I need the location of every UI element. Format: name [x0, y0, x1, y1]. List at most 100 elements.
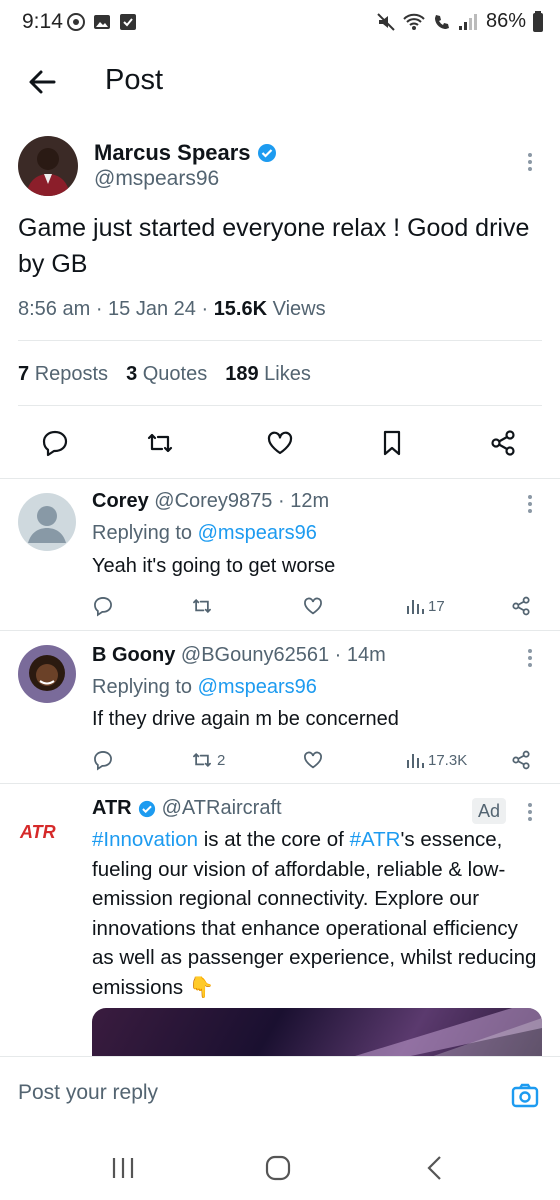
mute-icon	[377, 12, 395, 31]
tweet-actions	[0, 420, 560, 466]
reply-action-like[interactable]	[302, 748, 324, 772]
author-name-row[interactable]: Marcus Spears	[94, 140, 277, 166]
call-icon	[434, 14, 449, 29]
reply-action-share[interactable]	[510, 748, 532, 772]
quotes-count: 3	[126, 363, 138, 385]
divider	[0, 783, 560, 784]
replying-to-link[interactable]: @mspears96	[198, 676, 317, 698]
replying-to-link[interactable]: @mspears96	[198, 522, 317, 544]
ad-text-part: 's essence, fueling our vision of afford…	[92, 828, 537, 999]
reply-input[interactable]: Post your reply	[18, 1081, 158, 1105]
like-heart-icon[interactable]	[265, 428, 295, 458]
separator: ·	[201, 298, 214, 320]
likes-count: 189	[225, 363, 259, 385]
check-box-icon	[120, 14, 136, 30]
back-nav-icon[interactable]	[420, 1154, 450, 1182]
share-icon[interactable]	[488, 428, 518, 458]
reply-text: Yeah it's going to get worse	[92, 555, 336, 577]
reply-icon	[94, 751, 112, 771]
reposts-stat[interactable]: 7 Reposts	[18, 363, 108, 386]
reply-action-like[interactable]	[302, 594, 324, 618]
author-avatar[interactable]	[18, 136, 78, 196]
reply-composer: Post your reply	[0, 1056, 560, 1136]
reply-avatar[interactable]	[18, 645, 76, 703]
reposts-count: 7	[18, 363, 30, 385]
ad-author-name[interactable]: ATR	[92, 797, 132, 820]
reply-header: B Goony @BGouny62561 · 14m	[92, 644, 386, 667]
reply-text: If they drive again m be concerned	[92, 708, 399, 730]
back-arrow-icon[interactable]	[26, 66, 58, 98]
quotes-stat[interactable]: 3 Quotes	[126, 363, 207, 386]
analytics-icon	[407, 754, 424, 768]
reply-item[interactable]: B Goony @BGouny62561 · 14m Replying to @…	[0, 630, 560, 783]
divider	[18, 405, 542, 406]
more-options-icon[interactable]	[518, 646, 542, 670]
ad-handle[interactable]: @ATRaircraft	[162, 797, 282, 820]
likes-label: Likes	[264, 363, 311, 385]
ad-text-part: is at the core of	[198, 828, 350, 851]
atr-logo[interactable]: ATR	[18, 820, 78, 844]
status-time: 9:14	[22, 10, 63, 33]
bookmark-icon[interactable]	[377, 428, 407, 458]
likes-stat[interactable]: 189 Likes	[225, 363, 311, 386]
tweet-meta: 8:56 am · 15 Jan 24 · 15.6K Views	[18, 298, 326, 321]
replying-to: Replying to @mspears96	[92, 522, 317, 545]
notification-icons	[66, 12, 138, 32]
reposts-label: Reposts	[34, 363, 109, 385]
repost-count: 2	[217, 751, 226, 769]
reply-time: 12m	[290, 490, 330, 512]
home-icon[interactable]	[263, 1154, 293, 1182]
replying-to-label: Replying to	[92, 676, 193, 698]
reply-icon	[94, 597, 112, 617]
reply-action-views[interactable]: 17	[405, 594, 445, 618]
views-count: 15.6K	[213, 298, 268, 320]
status-bar: 9:14 86%	[0, 0, 560, 48]
repost-icon	[193, 752, 211, 768]
engagement-stats: 7 Reposts 3 Quotes 189 Likes	[18, 363, 311, 386]
repost-icon[interactable]	[145, 428, 175, 458]
reply-handle[interactable]: @Corey9875	[154, 490, 272, 512]
verified-badge-icon	[138, 800, 155, 817]
views-count: 17	[428, 597, 445, 615]
signal-icon	[458, 13, 477, 30]
system-nav-bar	[0, 1136, 560, 1200]
reply-author-name[interactable]: Corey	[92, 490, 149, 512]
more-options-icon[interactable]	[518, 800, 542, 824]
replying-to-label: Replying to	[92, 522, 193, 544]
separator: ·	[334, 644, 347, 666]
reply-action-repost[interactable]	[190, 594, 217, 618]
top-app-bar: Post	[0, 50, 560, 114]
views-label: Views	[272, 298, 326, 320]
reply-avatar[interactable]	[18, 493, 76, 551]
author-name[interactable]: Marcus Spears	[94, 140, 251, 166]
like-heart-icon	[304, 751, 322, 769]
more-options-icon[interactable]	[518, 492, 542, 516]
hashtag-link[interactable]: #ATR	[350, 828, 401, 851]
reply-header: Corey @Corey9875 · 12m	[92, 490, 329, 513]
sync-icon	[67, 13, 85, 31]
reply-action-repost[interactable]: 2	[190, 748, 225, 772]
tweet-time: 8:56 am	[18, 298, 91, 320]
reply-action-share[interactable]	[510, 594, 532, 618]
verified-badge-icon	[257, 144, 276, 162]
repost-icon	[193, 598, 211, 614]
ad-media-image[interactable]	[92, 1008, 542, 1060]
reply-item[interactable]: Corey @Corey9875 · 12m Replying to @mspe…	[0, 478, 560, 630]
reply-icon[interactable]	[40, 428, 70, 458]
author-handle[interactable]: @mspears96	[94, 167, 219, 191]
quotes-label: Quotes	[142, 363, 208, 385]
reply-author-name[interactable]: B Goony	[92, 644, 175, 666]
reply-action-reply[interactable]	[92, 594, 114, 618]
battery-percent: 86%	[485, 10, 526, 32]
hashtag-link[interactable]: #Innovation	[92, 828, 198, 851]
camera-icon[interactable]	[510, 1081, 540, 1111]
share-icon	[512, 596, 530, 616]
separator: ·	[95, 298, 109, 320]
reply-time: 14m	[346, 644, 386, 666]
share-icon	[512, 750, 530, 770]
reply-handle[interactable]: @BGouny62561	[181, 644, 329, 666]
recent-apps-icon[interactable]	[108, 1154, 138, 1182]
more-options-icon[interactable]	[518, 150, 542, 174]
reply-action-views[interactable]: 17.3K	[405, 748, 467, 772]
reply-action-reply[interactable]	[92, 748, 114, 772]
